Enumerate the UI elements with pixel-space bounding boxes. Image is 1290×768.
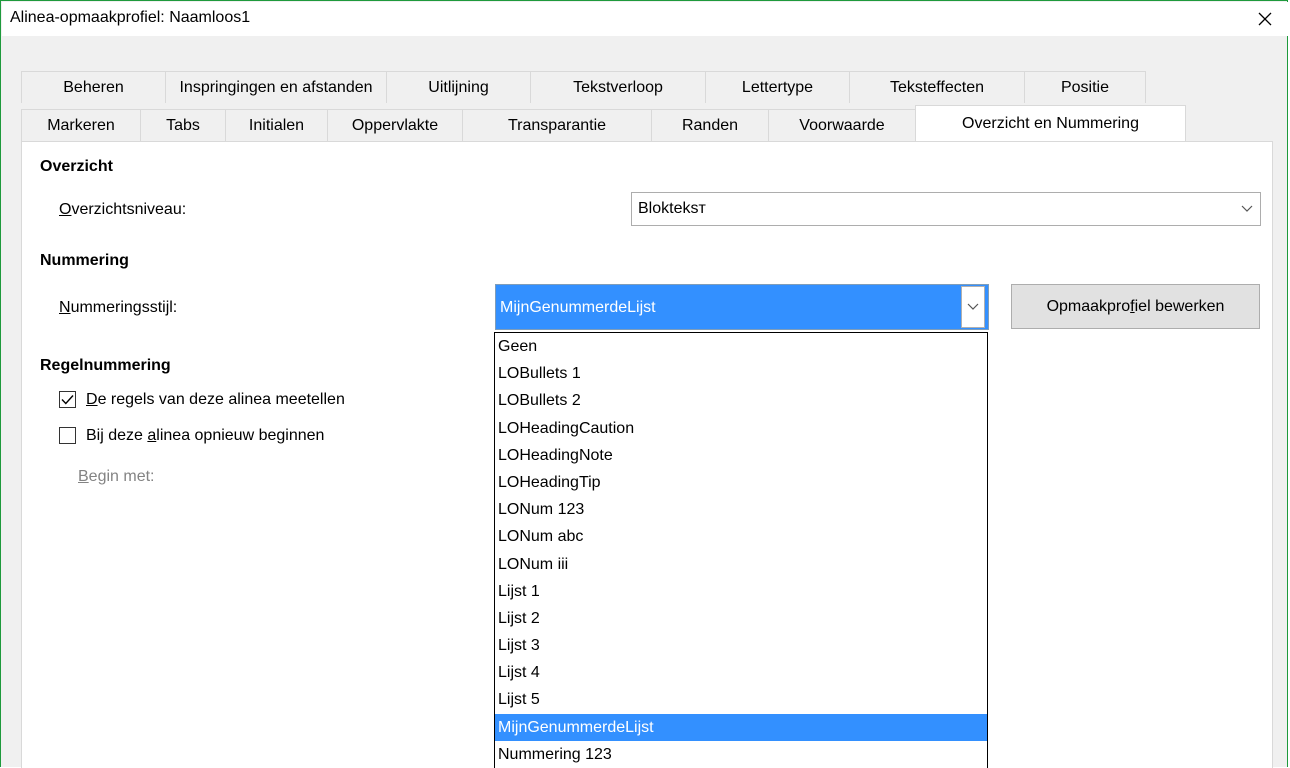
restart-numbering-label[interactable]: Bij deze alinea opnieuw beginnen — [86, 427, 324, 445]
outline-level-select[interactable]: Blokteksт — [631, 192, 1261, 226]
chevron-down-icon — [967, 303, 979, 310]
list-item[interactable]: LONum iii — [495, 551, 987, 578]
count-lines-label[interactable]: De regels van deze alinea meetellen — [86, 391, 345, 409]
list-item[interactable]: LOBullets 2 — [495, 387, 987, 414]
tab-teksteffecten[interactable]: Teksteffecten — [849, 71, 1025, 103]
tab-randen[interactable]: Randen — [651, 109, 769, 141]
dialog-window: Alinea-opmaakprofiel: Naamloos1 Beheren I… — [0, 0, 1288, 768]
checkmark-icon — [61, 395, 74, 405]
tab-row-1: Beheren Inspringingen en afstanden Uitlijn… — [21, 71, 1146, 103]
tab-tabs[interactable]: Tabs — [140, 109, 226, 141]
list-item[interactable]: Lijst 3 — [495, 632, 987, 659]
dialog-title: Alinea-opmaakprofiel: Naamloos1 — [10, 9, 251, 26]
tab-inspringingen-en-afstanden[interactable]: Inspringingen en afstanden — [165, 71, 387, 103]
outline-heading: Overzicht — [40, 158, 113, 175]
list-item[interactable]: LONum 123 — [495, 496, 987, 523]
list-item[interactable]: Lijst 1 — [495, 578, 987, 605]
edit-style-button[interactable]: Opmaakpro f iel bewerken — [1011, 284, 1260, 329]
list-item[interactable]: Lijst 2 — [495, 605, 987, 632]
close-icon — [1258, 12, 1272, 26]
tab-lettertype[interactable]: Lettertype — [705, 71, 850, 103]
list-item[interactable]: Lijst 5 — [495, 686, 987, 713]
tab-oppervlakte[interactable]: Oppervlakte — [327, 109, 463, 141]
tab-tekstverloop[interactable]: Tekstverloop — [530, 71, 706, 103]
outline-level-dropdown-button[interactable] — [1234, 193, 1260, 225]
list-item[interactable]: Lijst 4 — [495, 659, 987, 686]
numbering-style-dropdown-button[interactable] — [958, 285, 988, 329]
count-lines-checkbox[interactable] — [59, 391, 76, 408]
close-button[interactable] — [1242, 2, 1288, 36]
restart-numbering-checkbox[interactable] — [59, 427, 76, 444]
numbering-style-label: Nummeringsstijl: — [59, 299, 178, 316]
tab-positie[interactable]: Positie — [1024, 71, 1146, 103]
chevron-down-icon — [1241, 205, 1253, 212]
outline-level-value: Blokteksт — [638, 200, 706, 217]
list-item[interactable]: Nummering 123 — [495, 741, 987, 768]
title-bar: Alinea-opmaakprofiel: Naamloos1 — [2, 2, 1288, 36]
list-item[interactable]: MijnGenummerdeLijst — [495, 713, 987, 741]
list-item[interactable]: LOHeadingTip — [495, 469, 987, 496]
list-item[interactable]: LOBullets 1 — [495, 360, 987, 387]
start-with-label: Begin met: — [78, 468, 155, 485]
numbering-style-value: MijnGenummerdeLijst — [500, 299, 656, 316]
tab-voorwaarde[interactable]: Voorwaarde — [768, 109, 916, 141]
tab-row-2: Markeren Tabs Initialen Oppervlakte Transpar… — [21, 105, 1186, 141]
line-numbering-heading: Regelnummering — [40, 357, 171, 374]
list-item[interactable]: LOHeadingNote — [495, 442, 987, 469]
tab-uitlijning[interactable]: Uitlijning — [386, 71, 531, 103]
tab-initialen[interactable]: Initialen — [225, 109, 328, 141]
list-item[interactable]: LOHeadingCaution — [495, 415, 987, 442]
numbering-heading: Nummering — [40, 252, 129, 269]
tab-overzicht-en-nummering[interactable]: Overzicht en Nummering — [915, 105, 1186, 141]
numbering-style-select[interactable]: MijnGenummerdeLijst — [495, 284, 989, 330]
tab-transparantie[interactable]: Transparantie — [462, 109, 652, 141]
outline-level-label: Overzichtsniveau: — [59, 201, 187, 218]
list-item[interactable]: Geen — [495, 333, 987, 360]
tab-markeren[interactable]: Markeren — [21, 109, 141, 141]
list-item[interactable]: LONum abc — [495, 523, 987, 550]
tab-beheren[interactable]: Beheren — [21, 71, 166, 103]
numbering-style-dropdown-list[interactable]: Geen LOBullets 1 LOBullets 2 LOHeadingCauti… — [494, 332, 988, 768]
